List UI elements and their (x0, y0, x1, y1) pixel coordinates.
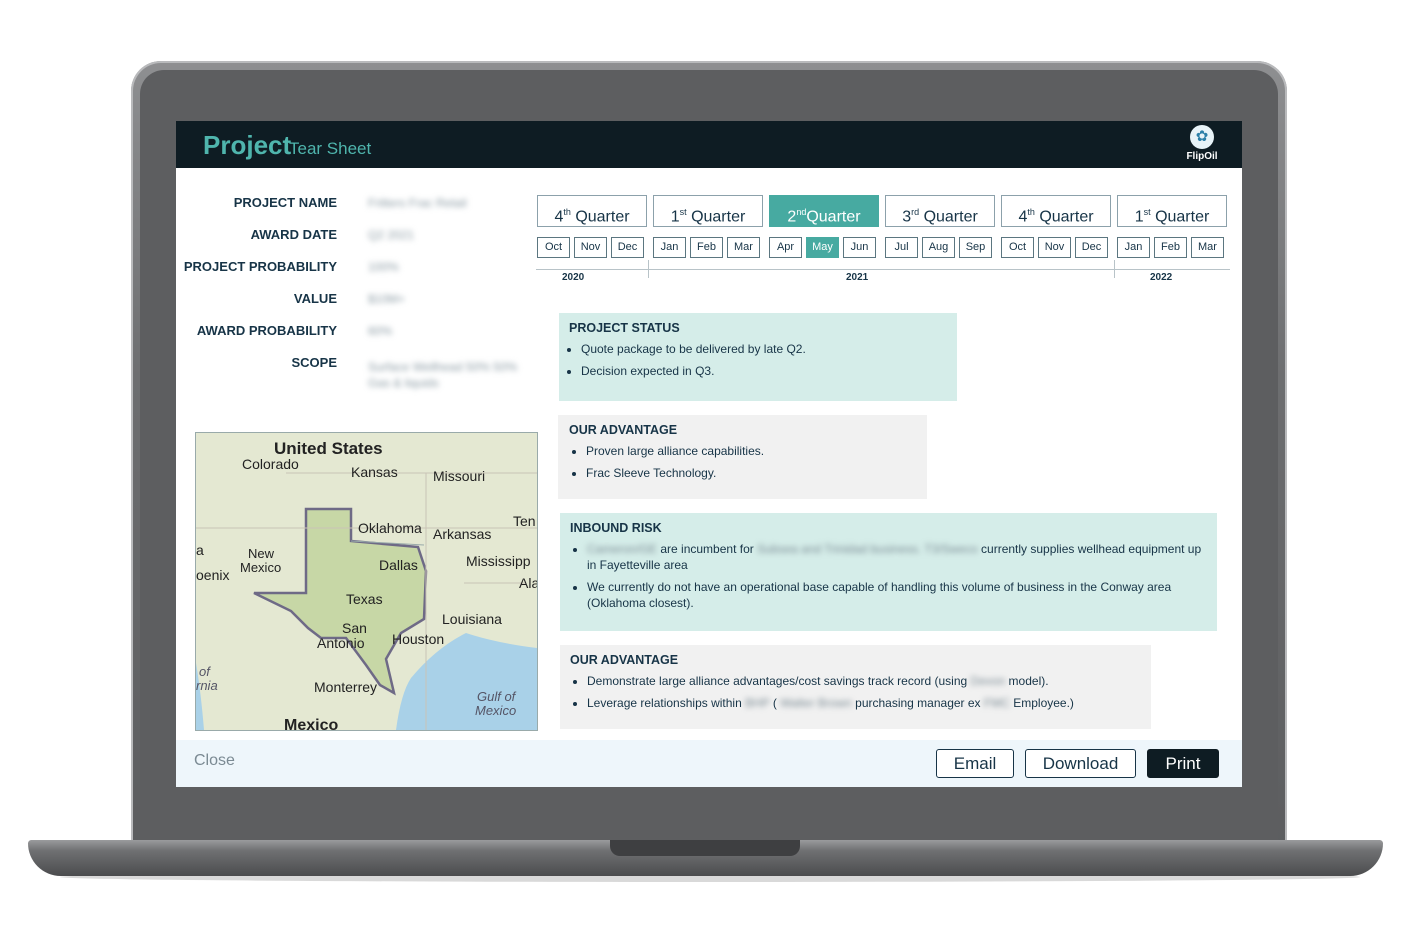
tear-sheet-window: Project Tear Sheet ✿ FlipOil PROJECT NAM… (176, 121, 1242, 787)
quarter-button-q1-2021[interactable]: 1st Quarter (653, 195, 763, 227)
map-label-mexico: Mexico (284, 717, 338, 730)
month-button-oct-2021[interactable]: Oct (1001, 237, 1034, 258)
status-item: Decision expected in Q3. (581, 363, 947, 379)
month-button-nov-2021[interactable]: Nov (1038, 237, 1071, 258)
month-button-feb-2022[interactable]: Feb (1154, 237, 1187, 258)
month-button-feb[interactable]: Feb (690, 237, 723, 258)
field-value-project-name: Fritters Frac Retail (368, 196, 467, 210)
email-button[interactable]: Email (936, 749, 1014, 778)
page-title: Project (203, 130, 292, 160)
map-label-texas: Texas (346, 591, 383, 607)
advantage-item: Frac Sleeve Technology. (586, 465, 917, 481)
field-value-value: $10M+ (368, 292, 406, 306)
risk-item: We currently do not have an operational … (587, 579, 1207, 611)
quarter-button-q2-2021[interactable]: 2ndQuarter (769, 195, 879, 227)
inbound-risk-title: INBOUND RISK (570, 521, 662, 535)
our-advantage-title: OUR ADVANTAGE (569, 423, 678, 437)
field-label-scope: SCOPE (291, 355, 337, 370)
month-button-mar-2022[interactable]: Mar (1191, 237, 1224, 258)
advantage-item: Demonstrate large alliance advantages/co… (587, 673, 1141, 689)
map-graphic: United States Colorado Kansas Missouri O… (196, 433, 537, 730)
project-status-card: PROJECT STATUS Quote package to be deliv… (559, 313, 957, 401)
field-value-scope: Surface Wellhead 50% 50% Gas & liquids (368, 360, 518, 390)
our-advantage-title-2: OUR ADVANTAGE (570, 653, 679, 667)
map-label-phoenix: oenix (196, 567, 229, 583)
map-label-kansas: Kansas (351, 464, 398, 480)
month-button-dec-2021[interactable]: Dec (1075, 237, 1108, 258)
year-label-2022: 2022 (1150, 272, 1173, 283)
month-button-mar[interactable]: Mar (727, 237, 760, 258)
timeline-tick-2022 (1114, 260, 1115, 278)
field-value-award-date: Q2 2021 (368, 228, 415, 242)
project-location-map[interactable]: United States Colorado Kansas Missouri O… (195, 432, 538, 731)
map-label-monterrey: Monterrey (314, 679, 377, 695)
month-button-apr[interactable]: Apr (769, 237, 802, 258)
month-button-dec[interactable]: Dec (611, 237, 644, 258)
map-label-mississippi: Mississipp (466, 553, 531, 569)
field-label-award-date: AWARD DATE (250, 227, 337, 242)
map-label-missouri: Missouri (433, 468, 485, 484)
advantage-item: Proven large alliance capabilities. (586, 443, 917, 459)
map-label-dallas: Dallas (379, 557, 418, 573)
map-label-arizona-fragment: a (196, 542, 204, 558)
advantage-item: Leverage relationships within BHP ( Walt… (587, 695, 1141, 711)
timeline-tick-2021 (648, 260, 649, 278)
quarter-button-q4-2020[interactable]: 4th Quarter (537, 195, 647, 227)
field-label-award-probability: AWARD PROBABILITY (196, 323, 337, 338)
flipoil-logo: ✿ FlipOil (1180, 125, 1224, 165)
inbound-risk-card: INBOUND RISK Cameron/GE are incumbent fo… (560, 513, 1217, 631)
close-link[interactable]: Close (194, 752, 235, 770)
map-label-tennessee: Ten (513, 513, 536, 529)
year-label-2020: 2020 (562, 272, 585, 283)
map-label-louisiana: Louisiana (442, 611, 502, 627)
quarter-button-q3-2021[interactable]: 3rd Quarter (885, 195, 995, 227)
footer-bar: Close Email Download Print (176, 740, 1242, 787)
map-label-gulf-of-mexico: Gulf of Mexico (475, 689, 517, 718)
field-value-award-probability: 60% (368, 324, 393, 338)
timeline-axis (536, 269, 1230, 270)
month-button-jan[interactable]: Jan (653, 237, 686, 258)
map-label-oklahoma: Oklahoma (358, 520, 422, 536)
month-button-jun[interactable]: Jun (843, 237, 876, 258)
field-label-project-name: PROJECT NAME (233, 195, 337, 210)
map-label-houston: Houston (392, 631, 444, 647)
month-button-may[interactable]: May (806, 237, 839, 258)
logo-text: FlipOil (1186, 151, 1218, 162)
download-button[interactable]: Download (1025, 749, 1136, 778)
header-bar: Project Tear Sheet ✿ FlipOil (176, 121, 1242, 168)
month-button-sep[interactable]: Sep (959, 237, 992, 258)
field-label-project-probability: PROJECT PROBABILITY (183, 259, 337, 274)
map-label-alabama: Ala (519, 575, 537, 591)
map-label-arkansas: Arkansas (433, 526, 491, 542)
page-subtitle: Tear Sheet (289, 139, 372, 158)
month-button-aug[interactable]: Aug (922, 237, 955, 258)
status-item: Quote package to be delivered by late Q2… (581, 341, 947, 357)
year-label-2021: 2021 (846, 272, 869, 283)
month-button-oct[interactable]: Oct (537, 237, 570, 258)
month-button-nov[interactable]: Nov (574, 237, 607, 258)
print-button[interactable]: Print (1147, 749, 1219, 778)
month-button-jan-2022[interactable]: Jan (1117, 237, 1150, 258)
our-advantage-card-1: OUR ADVANTAGE Proven large alliance capa… (558, 415, 927, 499)
quarter-button-q1-2022[interactable]: 1st Quarter (1117, 195, 1227, 227)
our-advantage-card-2: OUR ADVANTAGE Demonstrate large alliance… (560, 645, 1151, 729)
month-button-jul[interactable]: Jul (885, 237, 918, 258)
field-label-value: VALUE (293, 291, 337, 306)
laptop-notch (610, 840, 800, 856)
quarter-button-q4-2021[interactable]: 4th Quarter (1001, 195, 1111, 227)
map-label-colorado: Colorado (242, 456, 299, 472)
project-status-title: PROJECT STATUS (569, 321, 680, 335)
droplet-icon: ✿ (1190, 125, 1214, 149)
risk-item: Cameron/GE are incumbent for Subsea and … (587, 541, 1207, 573)
field-value-project-probability: 100% (368, 260, 399, 274)
